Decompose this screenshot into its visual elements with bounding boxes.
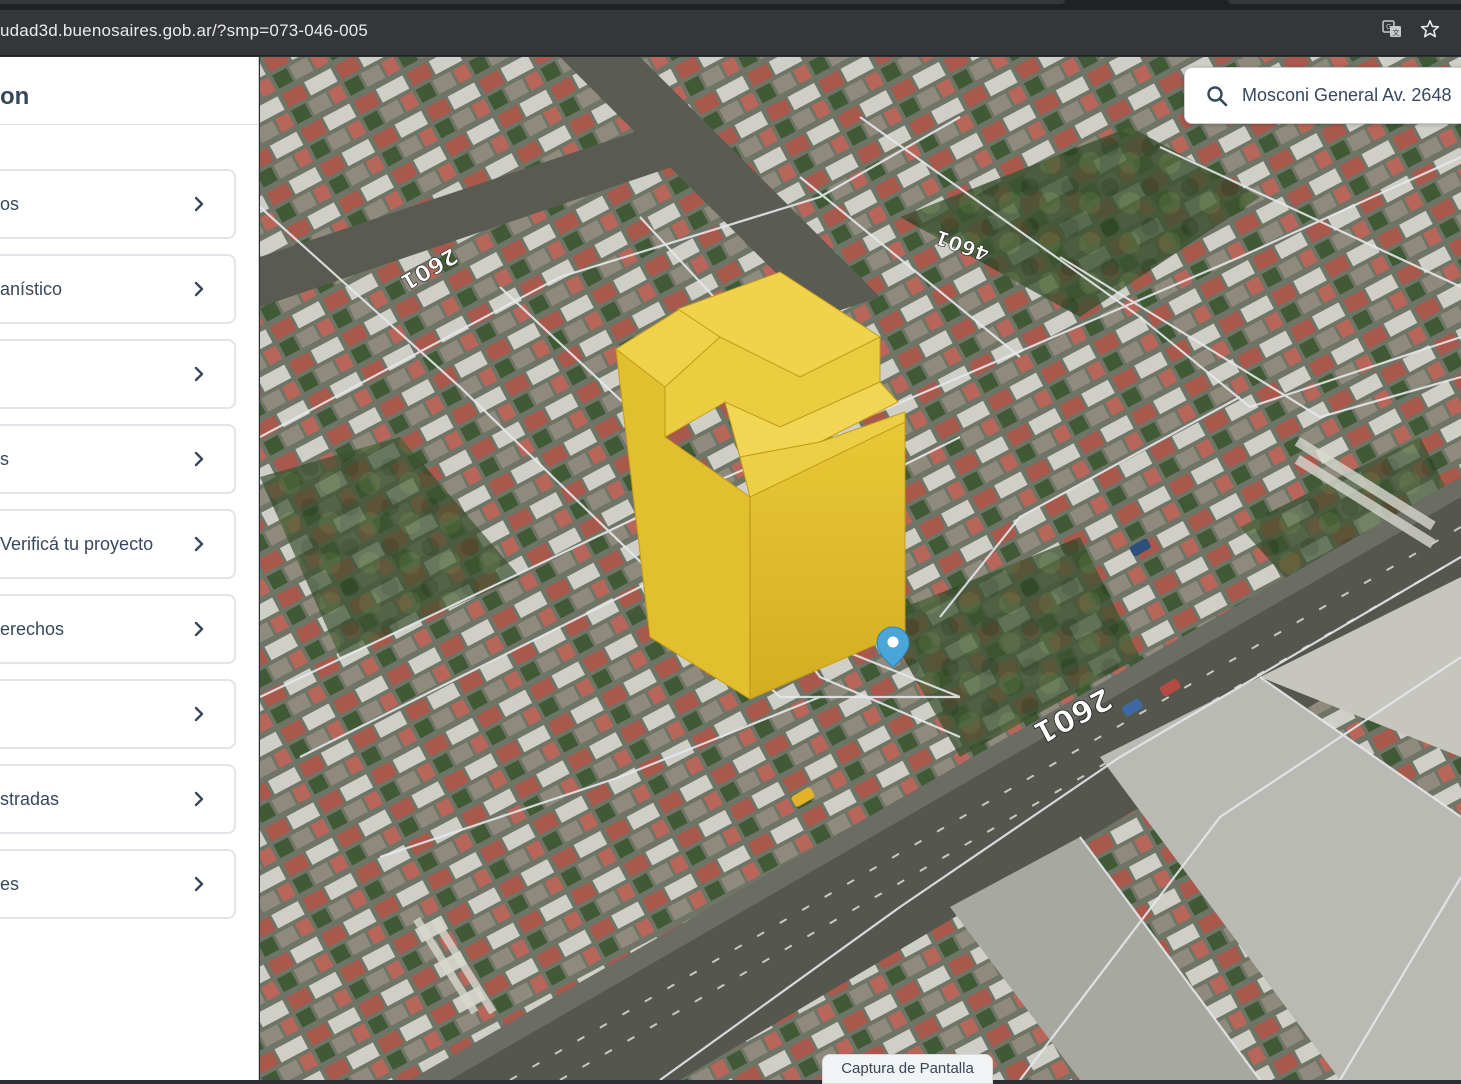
url-text[interactable]: udad3d.buenosaires.gob.ar/?smp=073-046-0… bbox=[0, 21, 368, 41]
building-3d-model[interactable] bbox=[615, 271, 906, 700]
chevron-right-icon bbox=[194, 281, 204, 297]
translate-icon[interactable]: G 文 bbox=[1381, 18, 1403, 40]
sidebar-item[interactable] bbox=[0, 339, 236, 409]
svg-text:G: G bbox=[1386, 23, 1391, 31]
sidebar-item[interactable]: erechos bbox=[0, 594, 236, 664]
browser-tab-strip bbox=[0, 0, 1461, 10]
sidebar-item[interactable] bbox=[0, 679, 236, 749]
star-icon[interactable] bbox=[1419, 18, 1441, 40]
chevron-right-icon bbox=[194, 196, 204, 212]
search-input[interactable] bbox=[1242, 68, 1461, 123]
sidebar-item-label: anístico bbox=[0, 278, 63, 299]
sidebar-title: on bbox=[0, 83, 30, 110]
svg-text:文: 文 bbox=[1393, 28, 1400, 37]
sidebar-item[interactable]: s bbox=[0, 424, 236, 494]
aerial-map[interactable]: 2601 4601 2601 bbox=[260, 57, 1461, 1080]
chevron-right-icon bbox=[194, 706, 204, 722]
sidebar-header: on bbox=[0, 57, 258, 125]
address-bar[interactable]: udad3d.buenosaires.gob.ar/?smp=073-046-0… bbox=[0, 10, 1461, 56]
chevron-right-icon bbox=[194, 621, 204, 637]
sidebar-item[interactable]: Verificá tu proyecto bbox=[0, 509, 236, 579]
browser-tab[interactable] bbox=[0, 0, 1065, 4]
chevron-right-icon bbox=[194, 791, 204, 807]
chevron-right-icon bbox=[194, 876, 204, 892]
chevron-right-icon bbox=[194, 536, 204, 552]
address-search-box[interactable] bbox=[1184, 67, 1461, 124]
sidebar-item-label: s bbox=[0, 448, 9, 469]
sidebar-item[interactable]: os bbox=[0, 169, 236, 239]
sidebar-item-label: erechos bbox=[0, 618, 65, 639]
sidebar-item-label: Verificá tu proyecto bbox=[0, 533, 154, 554]
map-3d-view[interactable]: 2601 4601 2601 bbox=[260, 57, 1461, 1080]
sidebar-item[interactable]: stradas bbox=[0, 764, 236, 834]
sidebar-menu: os anístico s Verificá tu proyecto erech… bbox=[0, 169, 236, 934]
sidebar-item-label: os bbox=[0, 193, 20, 214]
sidebar-panel: on os anístico s Verificá tu proyecto er… bbox=[0, 57, 259, 1080]
chevron-right-icon bbox=[194, 451, 204, 467]
sidebar-item-label: stradas bbox=[0, 788, 60, 809]
chevron-right-icon bbox=[194, 366, 204, 382]
search-icon[interactable] bbox=[1205, 84, 1229, 108]
sidebar-item-label: es bbox=[0, 873, 20, 894]
browser-tab[interactable] bbox=[1228, 0, 1461, 4]
sidebar-item[interactable]: es bbox=[0, 849, 236, 919]
sidebar-item[interactable]: anístico bbox=[0, 254, 236, 324]
